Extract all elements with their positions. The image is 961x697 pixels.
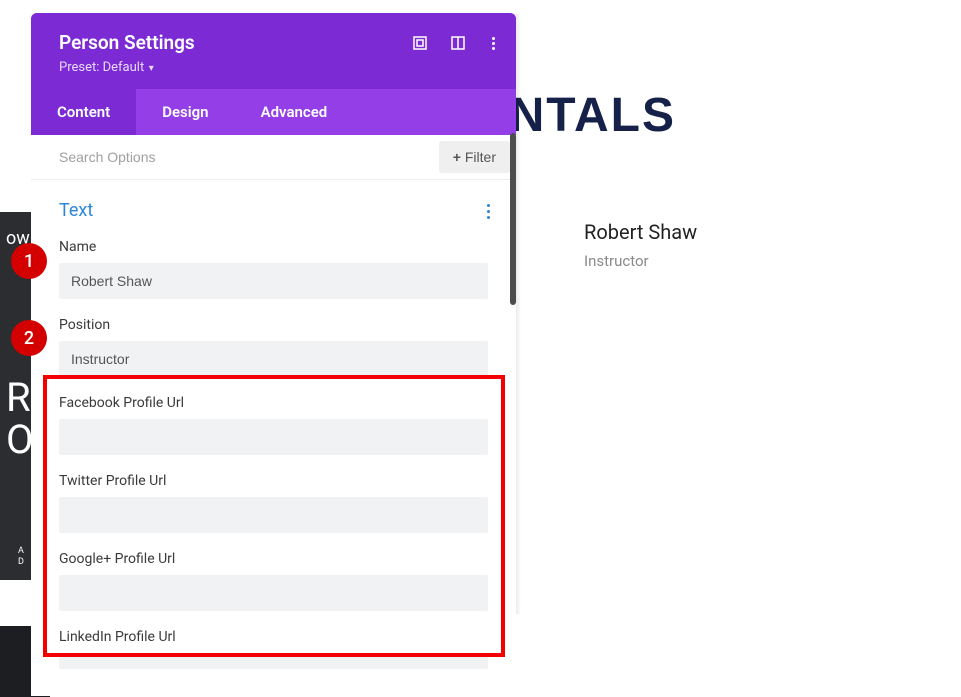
- facebook-label: Facebook Profile Url: [59, 395, 488, 411]
- name-label: Name: [59, 239, 488, 255]
- filter-button[interactable]: +Filter: [439, 141, 510, 173]
- field-twitter-url: Twitter Profile Url: [59, 473, 488, 533]
- preview-person-name: Robert Shaw: [584, 220, 697, 244]
- section-more-icon[interactable]: [487, 204, 490, 219]
- field-position: Position: [59, 317, 488, 377]
- preset-dropdown[interactable]: Preset: Default ▾: [59, 60, 492, 75]
- filter-label: Filter: [465, 149, 496, 165]
- thumb-credit: AD: [18, 546, 24, 568]
- section-text-toggle[interactable]: Text: [59, 200, 488, 221]
- preview-person-position: Instructor: [584, 252, 649, 270]
- linkedin-input[interactable]: [59, 657, 488, 669]
- header-icon-group: [412, 35, 498, 51]
- field-linkedin-url: LinkedIn Profile Url: [59, 629, 488, 672]
- settings-content: Text Name Position Facebook Profile Url …: [31, 180, 516, 696]
- tab-advanced[interactable]: Advanced: [235, 89, 354, 135]
- search-filter-row: +Filter: [31, 135, 516, 180]
- position-label: Position: [59, 317, 488, 333]
- tab-design[interactable]: Design: [136, 89, 234, 135]
- name-input[interactable]: [59, 263, 488, 299]
- columns-icon[interactable]: [450, 35, 466, 51]
- google-label: Google+ Profile Url: [59, 551, 488, 567]
- annotation-badge-2: 2: [11, 320, 47, 356]
- expand-icon[interactable]: [412, 35, 428, 51]
- more-menu-icon[interactable]: [488, 37, 498, 50]
- field-name: Name: [59, 239, 488, 299]
- tab-bar: Content Design Advanced: [31, 89, 516, 135]
- field-google-url: Google+ Profile Url: [59, 551, 488, 611]
- field-facebook-url: Facebook Profile Url: [59, 395, 488, 455]
- preset-label: Preset: Default: [59, 60, 144, 75]
- caret-down-icon: ▾: [146, 63, 154, 74]
- twitter-input[interactable]: [59, 497, 488, 533]
- facebook-input[interactable]: [59, 419, 488, 455]
- linkedin-label: LinkedIn Profile Url: [59, 629, 488, 645]
- search-input[interactable]: [59, 135, 439, 179]
- google-input[interactable]: [59, 575, 488, 611]
- annotation-badge-1: 1: [11, 243, 47, 279]
- settings-panel: Person Settings Preset: Default ▾ Conten…: [31, 13, 516, 696]
- position-input[interactable]: [59, 341, 488, 377]
- twitter-label: Twitter Profile Url: [59, 473, 488, 489]
- tab-content[interactable]: Content: [31, 89, 136, 135]
- scrollbar-thumb[interactable]: [510, 133, 516, 305]
- plus-icon: +: [453, 149, 461, 165]
- panel-shadow: [516, 14, 521, 614]
- section-title-label: Text: [59, 200, 93, 221]
- panel-header: Person Settings Preset: Default ▾: [31, 13, 516, 89]
